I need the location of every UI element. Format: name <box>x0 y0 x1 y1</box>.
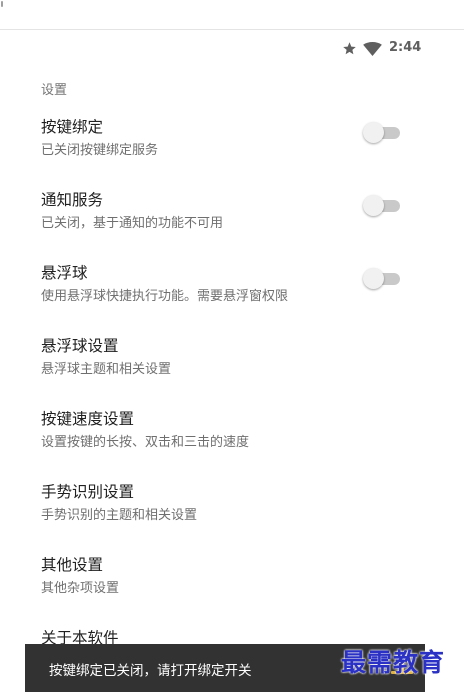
pref-summary: 使用悬浮球快捷执行功能。需要悬浮窗权限 <box>41 289 289 304</box>
pref-notification-service[interactable]: 通知服务 已关闭，基于通知的功能不可用 <box>0 188 464 261</box>
pref-title: 按键绑定 <box>41 118 104 136</box>
pref-title: 悬浮球设置 <box>41 337 119 355</box>
pref-summary: 手势识别的主题和相关设置 <box>41 508 198 523</box>
top-strip <box>0 0 464 30</box>
pref-title: 其他设置 <box>41 556 104 574</box>
snackbar-message: 按键绑定已关闭，请打开绑定开关 <box>49 663 252 679</box>
pref-title: 通知服务 <box>41 191 104 209</box>
floating-ball-switch[interactable] <box>363 267 401 289</box>
switch-thumb <box>363 122 384 143</box>
overflow-dot-icon <box>1 1 3 7</box>
pref-summary: 已关闭按键绑定服务 <box>41 143 159 158</box>
pref-summary: 设置按键的长按、双击和三击的速度 <box>41 435 250 450</box>
pref-title: 按键速度设置 <box>41 410 135 428</box>
pref-floating-ball-settings[interactable]: 悬浮球设置 悬浮球主题和相关设置 <box>0 334 464 407</box>
pref-title: 悬浮球 <box>41 264 88 282</box>
pref-summary: 悬浮球主题和相关设置 <box>41 362 172 377</box>
key-binding-switch[interactable] <box>363 121 401 143</box>
wifi-icon <box>363 42 382 56</box>
pref-summary: 其他杂项设置 <box>41 581 120 596</box>
star-icon <box>343 42 356 55</box>
notification-service-switch[interactable] <box>363 194 401 216</box>
status-time: 2:44 <box>389 40 422 55</box>
status-bar: 2:44 <box>0 31 464 67</box>
pref-floating-ball[interactable]: 悬浮球 使用悬浮球快捷执行功能。需要悬浮窗权限 <box>0 261 464 334</box>
pref-key-speed-settings[interactable]: 按键速度设置 设置按键的长按、双击和三击的速度 <box>0 407 464 480</box>
pref-gesture-settings[interactable]: 手势识别设置 手势识别的主题和相关设置 <box>0 480 464 553</box>
pref-other-settings[interactable]: 其他设置 其他杂项设置 <box>0 553 464 626</box>
watermark-logo: 最需教育 <box>341 648 446 677</box>
pref-title: 手势识别设置 <box>41 483 135 501</box>
pref-summary: 已关闭，基于通知的功能不可用 <box>41 216 224 231</box>
switch-thumb <box>363 268 384 289</box>
pref-key-binding[interactable]: 按键绑定 已关闭按键绑定服务 <box>0 115 464 188</box>
section-header: 设置 <box>41 83 68 98</box>
switch-thumb <box>363 195 384 216</box>
